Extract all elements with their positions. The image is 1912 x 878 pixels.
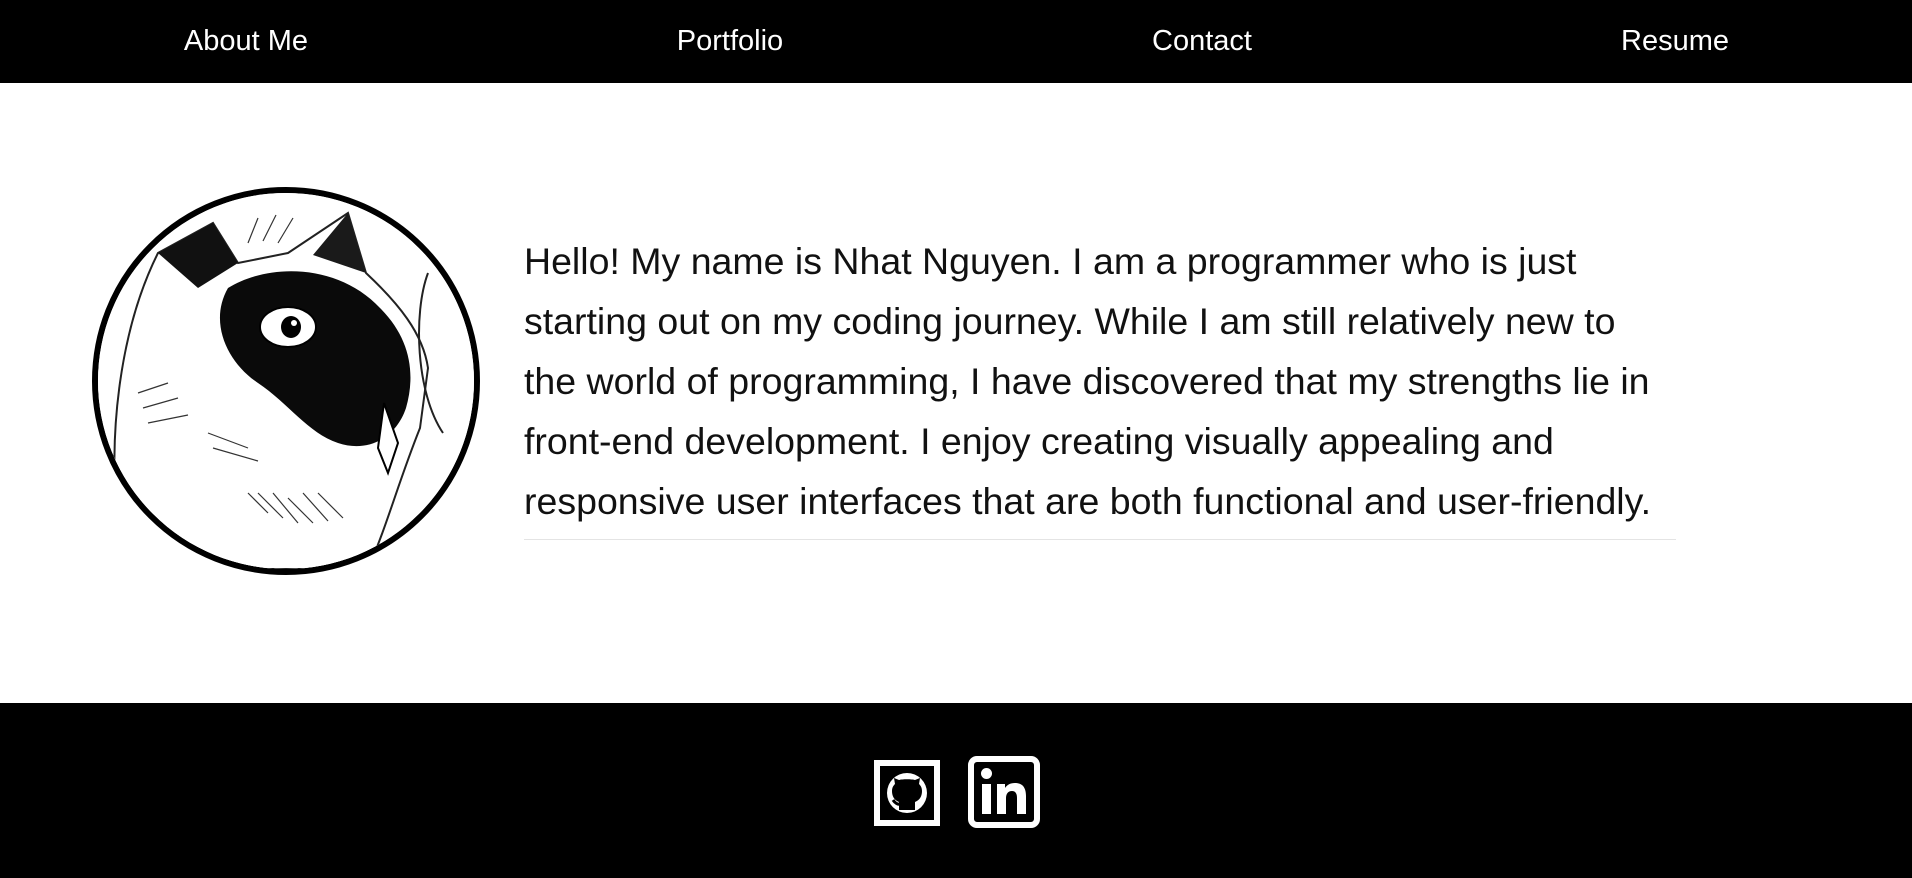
bio-paragraph: Hello! My name is Nhat Nguyen. I am a pr… xyxy=(524,231,1676,540)
top-navigation: About Me Portfolio Contact Resume xyxy=(0,0,1912,83)
nav-link-contact[interactable]: Contact xyxy=(1152,0,1252,83)
nav-link-portfolio[interactable]: Portfolio xyxy=(677,0,783,83)
avatar xyxy=(92,187,480,575)
github-link[interactable] xyxy=(874,760,940,826)
linkedin-link[interactable] xyxy=(968,756,1040,828)
siamese-cat-illustration-icon xyxy=(98,193,474,569)
github-icon xyxy=(874,760,940,826)
about-section: Hello! My name is Nhat Nguyen. I am a pr… xyxy=(0,83,1912,703)
page: About Me Portfolio Contact Resume Hello!… xyxy=(0,0,1912,878)
footer xyxy=(0,703,1912,878)
nav-link-resume[interactable]: Resume xyxy=(1621,0,1729,83)
nav-link-about-me[interactable]: About Me xyxy=(184,0,308,83)
linkedin-icon xyxy=(968,756,1040,828)
